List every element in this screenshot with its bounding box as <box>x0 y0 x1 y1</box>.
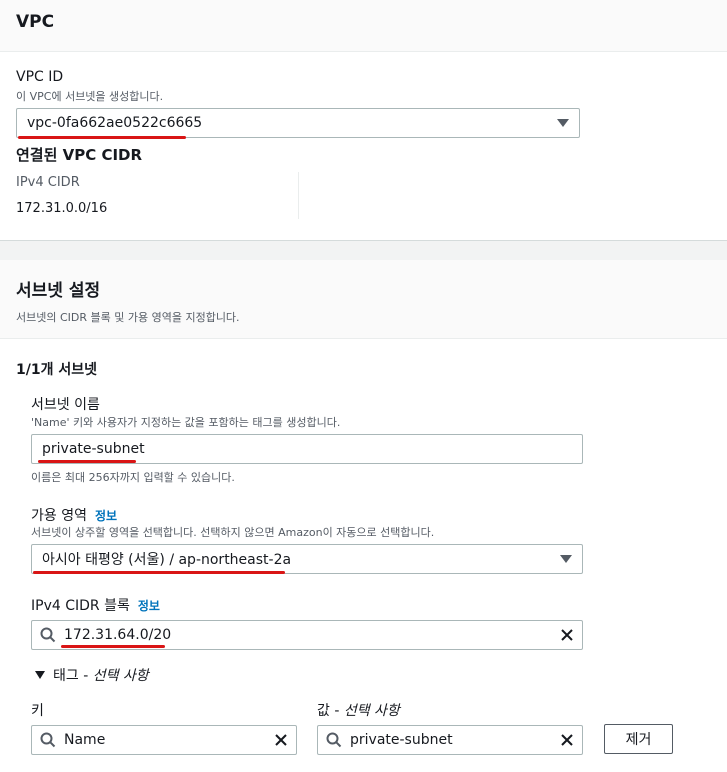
subnet-name-desc: 'Name' 키와 사용자가 지정하는 값을 포함하는 태그를 생성합니다. <box>31 416 341 429</box>
annotation-underline <box>18 136 186 139</box>
tag-value-optional: 선택 사항 <box>343 703 400 719</box>
tag-value-label-text: 값 - <box>317 703 344 719</box>
column-divider <box>298 172 299 219</box>
az-select[interactable]: 아시아 태평양 (서울) / ap-northeast-2a <box>31 544 583 574</box>
vpc-cidr-heading: 연결된 VPC CIDR <box>16 146 143 164</box>
tag-value-label: 값 - 선택 사항 <box>317 700 400 720</box>
tags-toggle[interactable]: 태그 - 선택 사항 <box>35 665 149 685</box>
tags-toggle-label: 태그 - <box>53 668 93 684</box>
caret-down-icon <box>557 119 569 127</box>
tag-key-value: Name <box>64 732 106 748</box>
caret-down-icon <box>35 671 45 679</box>
tag-value-value: private-subnet <box>350 732 453 748</box>
ipv4-cidr-value: 172.31.0.0/16 <box>16 201 108 216</box>
search-icon <box>326 732 342 748</box>
ipv4-cidr-label: IPv4 CIDR <box>16 175 80 190</box>
az-desc: 서브넷이 상주할 영역을 선택합니다. 선택하지 않으면 Amazon이 자동으… <box>31 526 435 539</box>
clear-icon[interactable] <box>274 733 288 747</box>
az-label-text: 가용 영역 <box>31 508 87 524</box>
search-icon <box>40 627 56 643</box>
vpc-id-label: VPC ID <box>16 69 64 85</box>
subnet-settings-title: 서브넷 설정 <box>16 281 101 301</box>
vpc-id-desc: 이 VPC에 서브넷을 생성합니다. <box>16 90 164 103</box>
cidr-info-link[interactable]: 정보 <box>138 599 160 613</box>
az-info-link[interactable]: 정보 <box>95 509 117 523</box>
az-value: 아시아 태평양 (서울) / ap-northeast-2a <box>42 552 292 568</box>
cidr-block-label: IPv4 CIDR 블록 정보 <box>31 595 160 615</box>
clear-icon[interactable] <box>560 733 574 747</box>
subnet-name-label: 서브넷 이름 <box>31 397 100 413</box>
annotation-underline <box>33 571 285 574</box>
annotation-underline <box>61 645 165 648</box>
subnet-settings-header: 서브넷 설정 서브넷의 CIDR 블록 및 가용 영역을 지정합니다. <box>0 260 727 339</box>
subnet-counter: 1/1개 서브넷 <box>16 362 97 378</box>
cidr-block-label-text: IPv4 CIDR 블록 <box>31 598 130 614</box>
vpc-section-header: VPC <box>0 0 727 52</box>
tag-key-label: 키 <box>31 703 44 719</box>
section-gap <box>0 240 727 260</box>
vpc-section-title: VPC <box>16 12 55 32</box>
az-label: 가용 영역 정보 <box>31 505 117 525</box>
subnet-name-value: private-subnet <box>42 441 145 457</box>
tags-toggle-optional: 선택 사항 <box>92 668 149 684</box>
search-icon <box>40 732 56 748</box>
tag-value-input[interactable]: private-subnet <box>317 725 583 755</box>
tag-key-input[interactable]: Name <box>31 725 297 755</box>
annotation-underline <box>38 460 136 463</box>
cidr-block-value: 172.31.64.0/20 <box>64 627 172 643</box>
subnet-settings-body: 1/1개 서브넷 서브넷 이름 'Name' 키와 사용자가 지정하는 값을 포… <box>0 339 727 772</box>
caret-down-icon <box>560 555 572 563</box>
subnet-settings-desc: 서브넷의 CIDR 블록 및 가용 영역을 지정합니다. <box>16 311 240 324</box>
vpc-section-body: VPC ID 이 VPC에 서브넷을 생성합니다. vpc-0fa662ae05… <box>0 52 727 240</box>
remove-tag-button[interactable]: 제거 <box>604 724 673 754</box>
vpc-id-value: vpc-0fa662ae0522c6665 <box>27 115 203 131</box>
vpc-id-select[interactable]: vpc-0fa662ae0522c6665 <box>16 108 580 138</box>
clear-icon[interactable] <box>560 628 574 642</box>
subnet-name-hint: 이름은 최대 256자까지 입력할 수 있습니다. <box>31 471 235 484</box>
